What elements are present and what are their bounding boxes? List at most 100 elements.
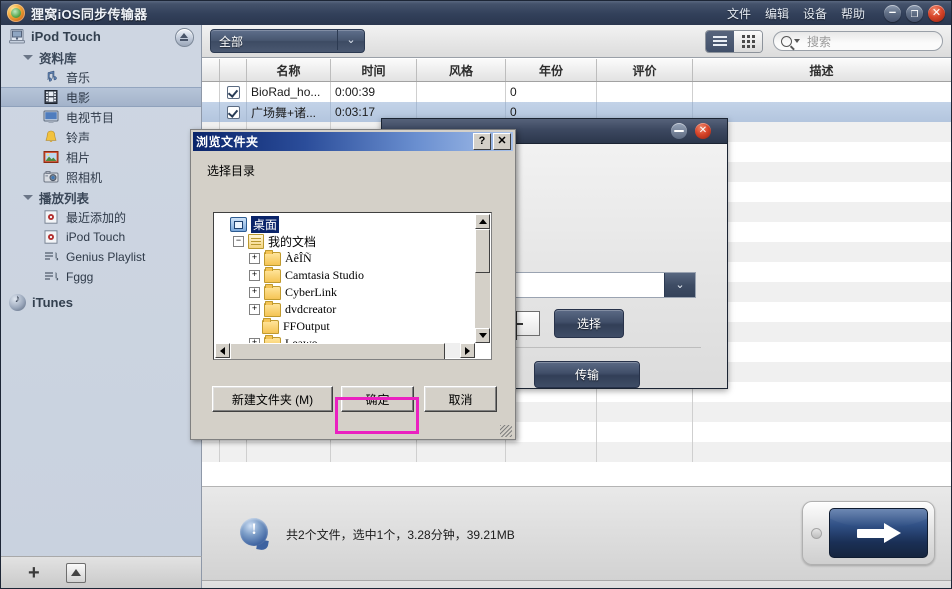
menu-item-help[interactable]: 帮助 [841,5,865,22]
chevron-down-icon [23,194,33,200]
grid-view-button[interactable] [734,30,762,52]
table-row[interactable]: BioRad_ho... 0:00:39 0 [202,82,951,102]
sidebar-item-itunes[interactable]: iTunes [1,291,201,313]
chevron-down-icon [23,54,33,60]
column-header-genre[interactable]: 风格 [417,59,506,81]
cell-empty [597,422,693,442]
cell-empty [693,242,950,262]
tree-item-label: dvdcreator [285,302,337,316]
collapse-icon[interactable]: − [233,236,244,247]
expand-icon[interactable]: + [249,304,260,315]
menu-item-file[interactable]: 文件 [727,5,751,22]
checkbox[interactable] [226,105,240,119]
transfer-dialog-minimize-button[interactable] [671,123,687,139]
scroll-up-button[interactable] [475,214,490,229]
ipod-device-icon [9,28,25,43]
sidebar-item-ringtones[interactable]: 铃声 [1,127,201,147]
scroll-down-button[interactable] [475,328,490,343]
close-icon[interactable]: ✕ [493,133,511,150]
column-header-year[interactable]: 年份 [506,59,597,81]
help-button[interactable]: ? [473,133,491,150]
tree-vertical-scrollbar[interactable] [475,214,490,343]
tree-item[interactable]: + ÀêÎÑ [217,249,474,267]
cell-description [693,82,950,102]
column-header-time[interactable]: 时间 [331,59,417,81]
tree-scroll-thumb[interactable] [475,229,490,273]
cell-genre [417,82,506,102]
search-input[interactable]: 搜索 [773,31,943,51]
tree-item-label: FFOutput [283,319,330,333]
browse-folder-dialog: 浏览文件夹 ? ✕ 选择目录 桌面 − 我的文档 + ÀêÎÑ + Camtasia Stu… [190,129,516,440]
close-button[interactable]: ✕ [928,4,945,22]
filter-value: 全部 [219,34,244,49]
tv-monitor-icon [43,110,59,123]
tree-horizontal-scrollbar[interactable] [215,343,475,359]
cell-empty [506,422,597,442]
column-header-rating[interactable]: 评价 [597,59,693,81]
sidebar-item-tvshows[interactable]: 电视节目 [1,107,201,127]
sidebar-item-label: iPod Touch [66,230,126,244]
transfer-button[interactable]: 传输 [534,361,640,388]
minimize-button[interactable]: – [884,4,901,22]
sidebar: iPod Touch 资料库 音乐 电影 电视节目 铃声 相片 照相机 播放列表… [1,25,202,556]
desktop-icon [230,217,247,232]
sidebar-item-label: Fggg [66,270,94,284]
select-button[interactable]: 选择 [554,309,624,338]
sidebar-item-movies[interactable]: 电影 [1,87,201,107]
sidebar-item-recently-added[interactable]: 最近添加的 [1,207,201,227]
tree-item[interactable]: 桌面 [217,216,474,233]
folder-browse-icon[interactable] [515,311,540,340]
row-checkbox-cell[interactable] [220,102,247,122]
cell-empty [693,222,950,242]
folder-tree[interactable]: 桌面 − 我的文档 + ÀêÎÑ + Camtasia Studio + CyberLink + d… [213,212,492,360]
sidebar-item-music[interactable]: 音乐 [1,67,201,87]
scroll-right-button[interactable] [460,343,475,358]
menu-item-device[interactable]: 设备 [803,5,827,22]
tree-item[interactable]: − 我的文档 [217,233,474,250]
film-strip-icon [44,90,58,104]
list-view-button[interactable] [706,30,734,52]
eject-icon[interactable] [175,28,194,47]
tree-item[interactable]: + Camtasia Studio [217,266,474,284]
sidebar-item-photos[interactable]: 相片 [1,147,201,167]
sidebar-group-playlists[interactable]: 播放列表 [1,187,201,207]
menu-item-edit[interactable]: 编辑 [765,5,789,22]
row-checkbox-cell[interactable] [220,82,247,102]
sidebar-item-fggg[interactable]: Fggg [1,267,201,287]
resize-grip[interactable] [500,425,512,437]
cell-empty [693,302,950,322]
transfer-dialog-close-button[interactable] [695,123,711,139]
eject-box-icon[interactable] [65,563,86,583]
sidebar-item-ipod-playlist[interactable]: iPod Touch [1,227,201,247]
expand-icon[interactable]: + [249,270,260,281]
sidebar-device-row[interactable]: iPod Touch [1,25,201,47]
maximize-button[interactable]: ❐ [906,4,923,22]
sidebar-item-genius-playlist[interactable]: Genius Playlist [1,247,201,267]
tree-item[interactable]: + dvdcreator [217,300,474,318]
expand-icon[interactable]: + [249,287,260,298]
chevron-down-icon: ⌄ [337,30,364,50]
cell-empty [693,162,950,182]
expand-icon[interactable]: + [249,253,260,264]
sidebar-group-library[interactable]: 资料库 [1,47,201,67]
column-header-description[interactable]: 描述 [693,59,950,81]
tree-item[interactable]: FFOutput [217,317,474,335]
new-folder-button[interactable]: 新建文件夹 (M) [212,386,333,412]
checkbox[interactable] [226,85,240,99]
table-row[interactable] [202,442,951,462]
cell-empty [693,262,950,282]
menu-bar: 文件 编辑 设备 帮助 [727,1,865,25]
cancel-button[interactable]: 取消 [424,386,497,412]
scroll-left-button[interactable] [215,343,230,358]
add-button[interactable]: + [28,563,40,583]
transfer-device-button[interactable] [802,501,935,565]
cell-empty [417,442,506,462]
filter-dropdown[interactable]: 全部 ⌄ [210,29,365,53]
sidebar-item-camera[interactable]: 照相机 [1,167,201,187]
tree-item[interactable]: + CyberLink [217,283,474,301]
cell-empty [202,442,220,462]
tree-hscroll-thumb[interactable] [230,343,445,359]
column-header-name[interactable]: 名称 [247,59,331,81]
cell-empty [693,182,950,202]
